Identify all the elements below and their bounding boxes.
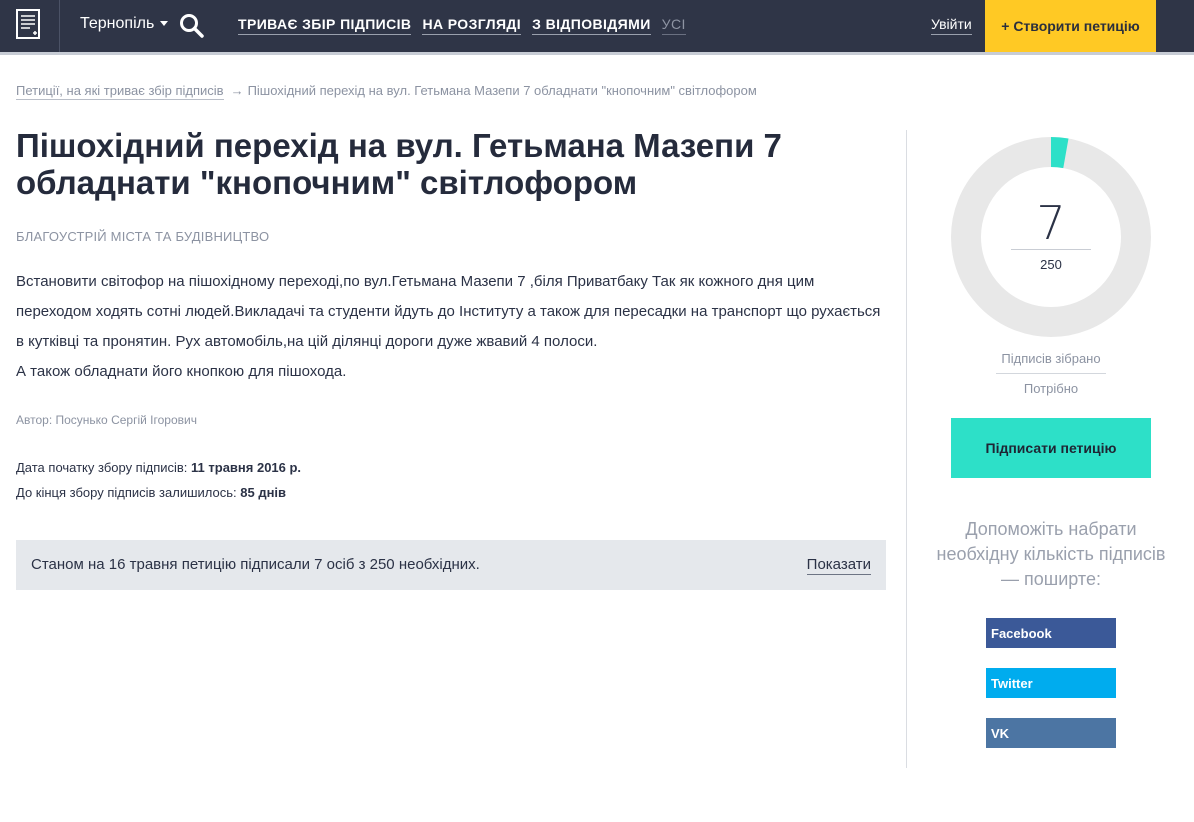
signatures-goal: 250 bbox=[1040, 257, 1062, 272]
petition-category: БЛАГОУСТРІЙ МІСТА ТА БУДІВНИЦТВО bbox=[16, 229, 270, 244]
top-navbar: Тернопіль ТРИВАЄ ЗБІР ПІДПИСІВ НА РОЗГЛЯ… bbox=[0, 0, 1194, 52]
status-text: Станом на 16 травня петицію підписали 7 … bbox=[31, 556, 480, 573]
collected-label: Підписів зібрано bbox=[1001, 351, 1101, 366]
petition-body-paragraph: А також обладнати його кнопкою для пішох… bbox=[16, 363, 347, 380]
petition-body-paragraph: Встановити світофор на пішохідному перех… bbox=[16, 273, 881, 350]
nav-all[interactable]: УСІ bbox=[661, 16, 686, 35]
search-icon[interactable] bbox=[179, 13, 205, 39]
donut-divider bbox=[1011, 249, 1091, 250]
signatures-count: 7 bbox=[1036, 196, 1066, 250]
header-divider bbox=[0, 52, 1194, 55]
collected-divider bbox=[996, 373, 1106, 374]
start-date-label: Дата початку збору підписів: bbox=[16, 460, 192, 475]
site-logo[interactable] bbox=[0, 0, 60, 52]
vk-share-button[interactable]: VK bbox=[986, 718, 1116, 748]
login-link[interactable]: Увійти bbox=[931, 16, 972, 35]
chevron-down-icon bbox=[160, 21, 169, 27]
show-signers-link[interactable]: Показати bbox=[806, 556, 871, 575]
nav-collecting[interactable]: ТРИВАЄ ЗБІР ПІДПИСІВ bbox=[238, 16, 412, 35]
remaining-row: До кінця збору підписів залишилось: 85 д… bbox=[16, 480, 301, 505]
petition-dates: Дата початку збору підписів: 11 травня 2… bbox=[16, 455, 301, 505]
start-date-value: 11 травня 2016 р. bbox=[191, 460, 302, 475]
breadcrumb-link[interactable]: Петиції, на які триває збір підписів bbox=[16, 83, 224, 100]
signature-status-bar: Станом на 16 травня петицію підписали 7 … bbox=[16, 540, 886, 590]
breadcrumb-current: Пішохідний перехід на вул. Гетьмана Мазе… bbox=[247, 83, 757, 98]
document-icon bbox=[16, 9, 40, 39]
breadcrumb: Петиції, на які триває збір підписів → Піш… bbox=[16, 83, 757, 100]
remaining-value: 85 днів bbox=[240, 485, 287, 500]
sidebar-divider bbox=[906, 130, 907, 768]
needed-label: Потрібно bbox=[1023, 381, 1079, 396]
sign-petition-button[interactable]: Підписати петицію bbox=[951, 418, 1151, 478]
city-selector[interactable]: Тернопіль bbox=[80, 15, 169, 33]
page-title: Пішохідний перехід на вул. Гетьмана Мазе… bbox=[16, 127, 782, 201]
twitter-share-button[interactable]: Twitter bbox=[986, 668, 1116, 698]
main-nav: ТРИВАЄ ЗБІР ПІДПИСІВ НА РОЗГЛЯДІ З ВІДПО… bbox=[238, 16, 686, 35]
petition-body: Встановити світофор на пішохідному перех… bbox=[16, 267, 886, 387]
breadcrumb-separator: → bbox=[230, 83, 244, 98]
nav-under-review[interactable]: НА РОЗГЛЯДІ bbox=[422, 16, 522, 35]
petition-author: Автор: Посунько Сергій Ігорович bbox=[16, 413, 197, 427]
remaining-label: До кінця збору підписів залишилось: bbox=[16, 485, 241, 500]
city-label: Тернопіль bbox=[80, 15, 155, 32]
share-prompt: Допоможіть набрати необхідну кількість п… bbox=[936, 519, 1166, 589]
start-date-row: Дата початку збору підписів: 11 травня 2… bbox=[16, 455, 301, 480]
create-petition-button[interactable]: + Створити петицію bbox=[985, 0, 1156, 52]
facebook-share-button[interactable]: Facebook bbox=[986, 618, 1116, 648]
nav-answered[interactable]: З ВІДПОВІДЯМИ bbox=[532, 16, 651, 35]
